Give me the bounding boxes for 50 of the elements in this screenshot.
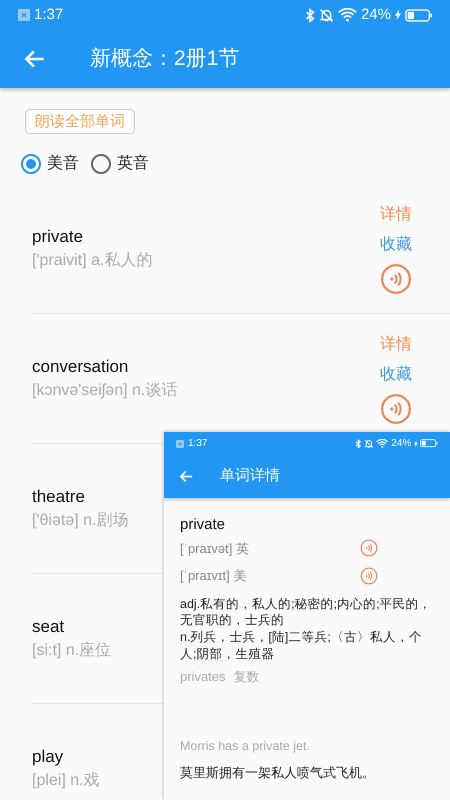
status-time: 1:37 [34, 4, 64, 25]
plural-label: 复数 [234, 668, 260, 686]
word-text: seat [32, 616, 66, 638]
radio-button[interactable] [21, 154, 41, 174]
notification-icon [176, 440, 184, 448]
speaker-icon[interactable] [360, 566, 378, 585]
detail-link[interactable]: 详情 [380, 332, 412, 356]
read-all-button[interactable]: 朗读全部单词 [25, 109, 135, 134]
charging-icon [395, 9, 401, 21]
speaker-icon[interactable] [380, 392, 412, 424]
status-time: 1:37 [188, 437, 208, 451]
screen-title: 单词详情 [220, 466, 280, 486]
notification-icon [18, 9, 30, 21]
definition-text: n.列兵，士兵，[陆]二等兵;〈古〉私人，个人;阴部，生殖器 [180, 629, 423, 663]
favorite-link[interactable]: 收藏 [380, 232, 412, 256]
phonetic-text: [plei] n.戏 [32, 770, 100, 792]
radio-button[interactable] [91, 154, 111, 174]
battery-icon [420, 439, 438, 448]
app-bar-title: 新概念：2册1节 [90, 46, 240, 72]
radio-label[interactable]: 英音 [117, 152, 149, 176]
battery-icon [405, 8, 432, 22]
speaker-icon[interactable] [380, 262, 412, 294]
back-arrow-icon[interactable] [178, 468, 195, 485]
battery-percentage: 24% [360, 4, 391, 25]
word-text: theatre [32, 486, 86, 508]
pronunciation-text: [ˈpraɪvɪt] 美 [180, 567, 248, 585]
wifi-icon [338, 8, 357, 22]
example-sentence: Morris has a private jet. [180, 738, 311, 755]
radio-label[interactable]: 美音 [47, 152, 79, 176]
word-text: private [180, 515, 226, 535]
favorite-link[interactable]: 收藏 [380, 362, 412, 386]
word-text: conversation [32, 356, 130, 378]
bluetooth-icon [354, 438, 362, 448]
muted-bell-icon [318, 8, 334, 22]
phonetic-text: ['θiətə] n.剧场 [32, 511, 128, 532]
word-text: private [32, 226, 84, 248]
phonetic-text: [kɔnvə'seiʃən] n.谈话 [32, 381, 178, 402]
plural-form: privates [180, 668, 226, 686]
charging-icon [414, 440, 418, 448]
muted-bell-icon [364, 438, 374, 448]
example-translation: 莫里斯拥有一架私人喷气式飞机。 [180, 764, 376, 782]
bluetooth-icon [304, 8, 315, 22]
battery-percentage: 24% [391, 437, 412, 451]
word-text: play [32, 746, 64, 768]
phonetic-text: ['praivit] a.私人的 [32, 251, 152, 272]
speaker-icon[interactable] [360, 539, 378, 558]
phonetic-text: [si:t] n.座位 [32, 640, 112, 662]
wifi-icon [376, 438, 389, 448]
detail-link[interactable]: 详情 [380, 202, 412, 226]
pronunciation-text: [ˈpraɪvət] 英 [180, 540, 250, 558]
